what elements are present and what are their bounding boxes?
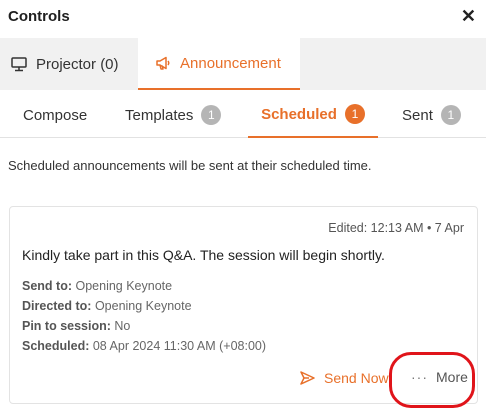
- send-to-value: Opening Keynote: [75, 279, 173, 293]
- pin-to-session-label: Pin to session:: [22, 319, 111, 333]
- scheduled-row: Scheduled: 08 Apr 2024 11:30 AM (+08:00): [22, 336, 266, 356]
- tab-projector[interactable]: Projector (0): [10, 38, 119, 90]
- megaphone-icon: [154, 54, 172, 72]
- tab-scheduled[interactable]: Scheduled 1: [248, 92, 378, 138]
- scheduled-value: 08 Apr 2024 11:30 AM (+08:00): [92, 339, 267, 353]
- announcement-details: Send to: Opening Keynote Directed to: Op…: [22, 276, 266, 356]
- send-to-label: Send to:: [22, 279, 72, 293]
- tab-projector-label: Projector (0): [36, 55, 119, 73]
- send-to-row: Send to: Opening Keynote: [22, 276, 266, 296]
- tab-templates-label: Templates: [125, 106, 194, 124]
- pin-to-session-row: Pin to session: No: [22, 316, 266, 336]
- tab-sent[interactable]: Sent 1: [402, 92, 461, 138]
- sub-tab-bar: Compose Templates 1 Scheduled 1 Sent 1: [0, 92, 486, 138]
- scheduled-count-badge: 1: [344, 104, 365, 124]
- scheduled-notice: Scheduled announcements will be sent at …: [8, 158, 372, 173]
- directed-to-label: Directed to:: [22, 299, 92, 313]
- tab-sent-label: Sent: [402, 106, 433, 124]
- directed-to-row: Directed to: Opening Keynote: [22, 296, 266, 316]
- tab-announcement-label: Announcement: [180, 54, 281, 72]
- templates-count-badge: 1: [201, 105, 222, 125]
- directed-to-value: Opening Keynote: [94, 299, 192, 313]
- panel-header: Controls ✕: [0, 0, 486, 36]
- sent-count-badge: 1: [440, 105, 461, 125]
- panel-title: Controls: [8, 8, 70, 25]
- scheduled-label: Scheduled:: [22, 339, 90, 353]
- tab-templates[interactable]: Templates 1: [125, 92, 222, 138]
- more-label: More: [436, 369, 468, 385]
- tab-compose-label: Compose: [23, 106, 88, 124]
- send-now-label: Send Now: [324, 370, 389, 386]
- tab-scheduled-label: Scheduled: [261, 105, 337, 123]
- card-actions: Send Now ··· More: [10, 359, 477, 403]
- close-icon[interactable]: ✕: [461, 6, 476, 26]
- tab-compose[interactable]: Compose: [23, 92, 87, 138]
- pin-to-session-value: No: [114, 319, 131, 333]
- tab-announcement[interactable]: Announcement: [138, 38, 300, 90]
- send-now-button[interactable]: Send Now: [298, 369, 389, 387]
- edited-timestamp: Edited: 12:13 AM • 7 Apr: [328, 221, 464, 235]
- more-dots-icon: ···: [411, 369, 428, 385]
- projector-icon: [10, 55, 28, 73]
- send-icon: [298, 369, 316, 387]
- more-button[interactable]: ··· More: [411, 369, 468, 385]
- announcement-card: Edited: 12:13 AM • 7 Apr Kindly take par…: [9, 206, 478, 404]
- announcement-message: Kindly take part in this Q&A. The sessio…: [22, 247, 385, 263]
- top-tab-bar: Projector (0) Announcement: [0, 38, 486, 90]
